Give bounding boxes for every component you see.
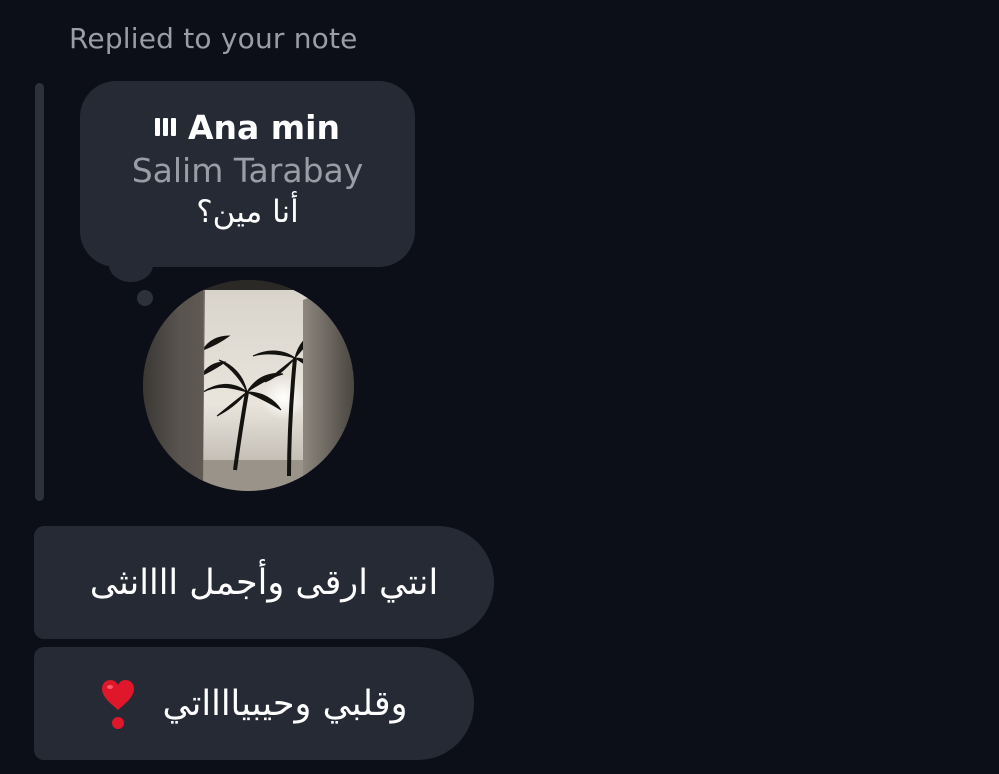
- note-bubble-tail: [109, 248, 153, 282]
- song-artist: Salim Tarabay: [131, 151, 364, 190]
- reply-header: Replied to your note: [69, 22, 358, 55]
- song-title: Ana min: [188, 107, 340, 147]
- avatar[interactable]: [143, 280, 354, 491]
- profile-photo: [143, 280, 354, 491]
- note-text: أنا مين؟: [196, 194, 299, 230]
- message-text: وقلبي وحيبيااااتي: [162, 683, 408, 724]
- note-bubble-dot: [137, 290, 153, 306]
- message-text: انتي ارقى وأجمل اااانثى: [89, 562, 439, 603]
- note-bubble[interactable]: Ana min Salim Tarabay أنا مين؟: [80, 81, 415, 267]
- heart-exclamation-icon: [102, 679, 135, 729]
- message-bubble[interactable]: انتي ارقى وأجمل اااانثى: [34, 526, 494, 639]
- message-bubble[interactable]: وقلبي وحيبيااااتي: [34, 647, 474, 760]
- chat-thread: Replied to your note Ana min Salim Tarab…: [0, 0, 999, 774]
- note-song-row: Ana min: [80, 107, 415, 147]
- music-bars-icon: [155, 118, 176, 136]
- reply-quote-rail: [35, 83, 44, 501]
